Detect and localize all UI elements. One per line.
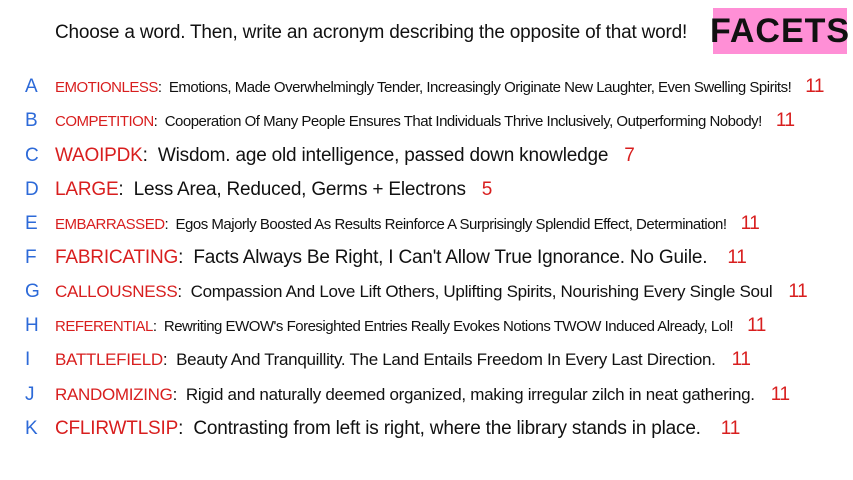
entry-word: BATTLEFIELD — [55, 350, 163, 369]
entry-word: REFERENTIAL — [55, 317, 153, 335]
entry-score: 11 — [775, 110, 795, 131]
entry-score: 11 — [720, 418, 741, 439]
entry-score: 11 — [805, 76, 824, 97]
entry-letter: I — [25, 349, 31, 370]
entry-score: 7 — [624, 145, 635, 166]
entry-acronym-text: Wisdom. age old intelligence, passed dow… — [157, 145, 609, 166]
entry-letter: F — [25, 247, 37, 268]
entry-letter: B — [25, 110, 38, 131]
entry-score: 11 — [731, 349, 751, 370]
entry-word: CFLIRWTLSIP — [55, 418, 179, 439]
entry-word: RANDOMIZING — [55, 385, 173, 404]
entry-score: 11 — [740, 213, 760, 234]
entry-letter: C — [25, 145, 39, 166]
entry-score: 11 — [747, 315, 766, 336]
entry-letter: G — [25, 281, 40, 302]
entry-acronym-text: Less Area, Reduced, Germs + Electrons — [133, 179, 466, 200]
entry-acronym-text: Cooperation Of Many People Ensures That … — [164, 112, 763, 130]
entry-acronym-text: Rewriting EWOW's Foresighted Entries Rea… — [163, 317, 734, 335]
entry-letter: K — [25, 418, 38, 439]
entry-score: 5 — [481, 179, 493, 200]
entry-acronym-text: Facts Always Be Right, I Can't Allow Tru… — [193, 247, 708, 268]
entry-acronym-text: Rigid and naturally deemed organized, ma… — [185, 385, 755, 404]
entry-acronym-text: Egos Majorly Boosted As Results Reinforc… — [175, 215, 728, 233]
entry-acronym-text: Contrasting from left is right, where th… — [193, 418, 701, 439]
entry-word: LARGE — [55, 179, 119, 200]
entry-letter: E — [25, 213, 38, 234]
entry-word: EMOTIONLESS — [55, 78, 158, 96]
entry-word: CALLOUSNESS — [55, 282, 178, 301]
entry-letter: A — [25, 76, 38, 97]
facets-badge: FACETS — [710, 8, 849, 54]
entry-word: FABRICATING — [55, 247, 179, 268]
entry-word: EMBARRASSED — [55, 215, 165, 233]
entry-score: 11 — [788, 281, 808, 302]
entry-word: WAOIPDK — [55, 145, 143, 166]
entry-letter: D — [25, 179, 39, 200]
entry-letter: H — [25, 315, 39, 336]
entry-score: 11 — [770, 384, 790, 405]
entry-acronym-text: Beauty And Tranquillity. The Land Entail… — [176, 350, 716, 369]
entry-letter: J — [25, 384, 35, 405]
entry-word: COMPETITION — [55, 112, 154, 130]
entry-acronym-text: Compassion And Love Lift Others, Uplifti… — [190, 282, 773, 301]
prompt-heading: Choose a word. Then, write an acronym de… — [55, 22, 688, 43]
entry-acronym-text: Emotions, Made Overwhelmingly Tender, In… — [168, 78, 792, 96]
entry-score: 11 — [727, 247, 747, 268]
